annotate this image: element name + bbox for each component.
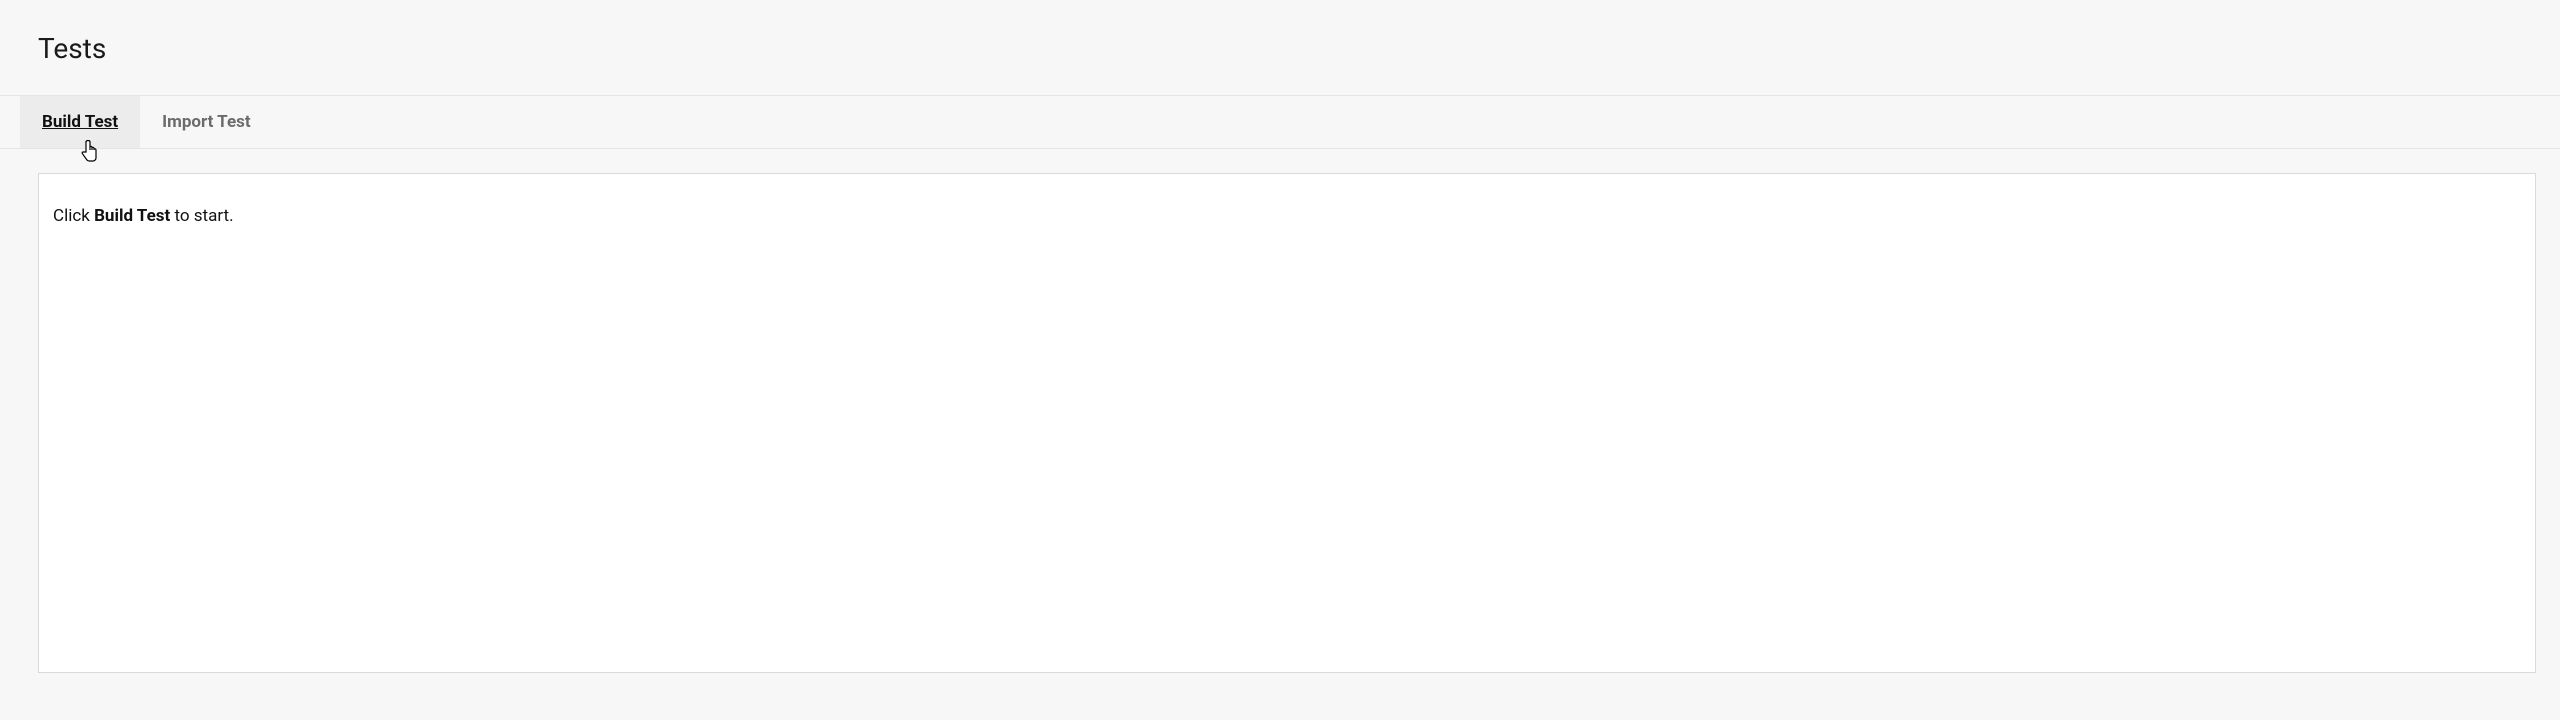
content-panel: Click Build Test to start. — [38, 173, 2536, 673]
tab-import-test[interactable]: Import Test — [140, 96, 272, 148]
instruction-bold: Build Test — [94, 206, 170, 226]
page-title: Tests — [38, 32, 2560, 65]
instruction-suffix: to start. — [170, 206, 233, 226]
content-wrap: Click Build Test to start. — [0, 149, 2560, 673]
page-header: Tests — [0, 0, 2560, 95]
instruction-prefix: Click — [53, 206, 94, 226]
instruction-text: Click Build Test to start. — [53, 206, 2521, 226]
tabs-row: Build Test Import Test — [0, 95, 2560, 149]
tab-build-test[interactable]: Build Test — [20, 96, 140, 148]
